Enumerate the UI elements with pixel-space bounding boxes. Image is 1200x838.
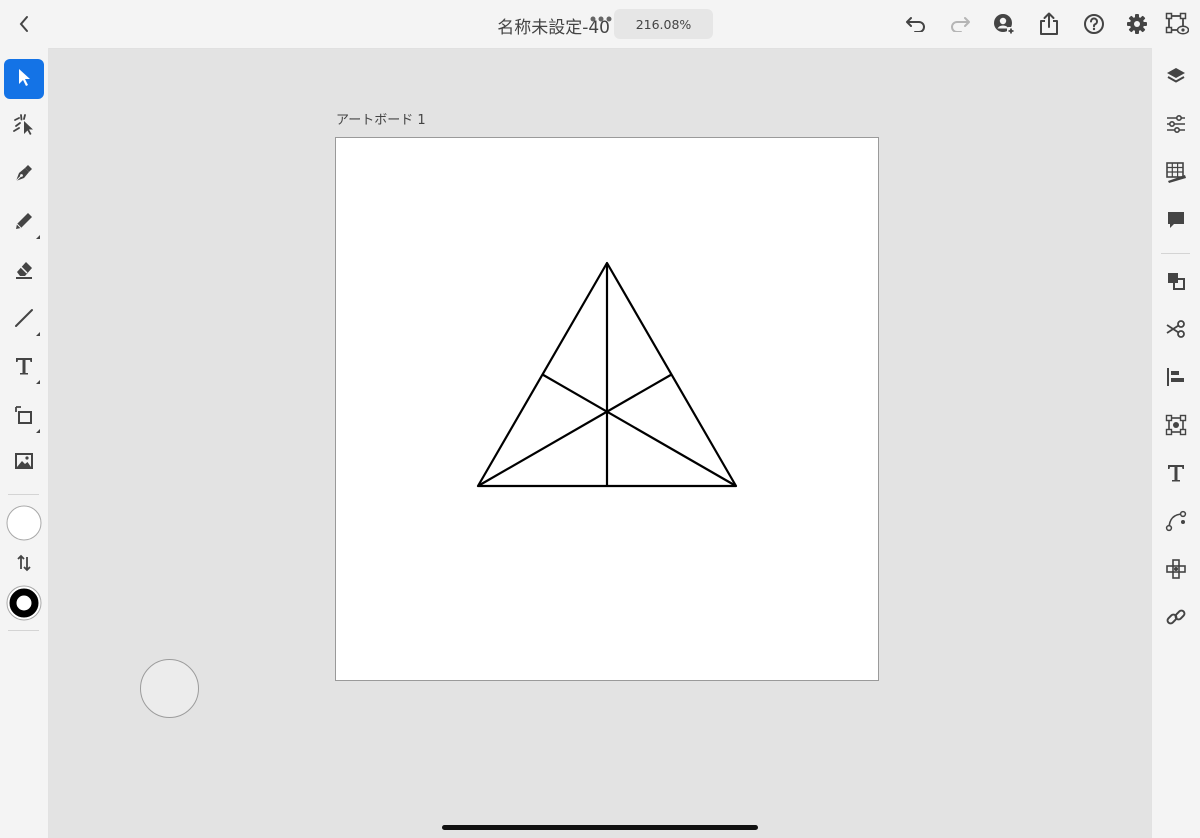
line-tool[interactable]: [4, 300, 44, 340]
path-button[interactable]: [1156, 503, 1196, 543]
layers-button[interactable]: [1156, 58, 1196, 98]
pencil-tool[interactable]: [4, 203, 44, 243]
arrange-button[interactable]: [1156, 263, 1196, 303]
undo-icon[interactable]: [903, 12, 929, 36]
swatches-icon: [1165, 161, 1187, 187]
eraser-tool[interactable]: [4, 251, 44, 291]
toolbar-separator: [8, 494, 39, 495]
arrow-pointer-icon: [15, 67, 33, 91]
artboard-label[interactable]: アートボード 1: [336, 109, 426, 128]
panel-separator: [1161, 253, 1190, 254]
swatches-button[interactable]: [1156, 154, 1196, 194]
repeat-icon: [1165, 558, 1187, 584]
swap-colors-icon[interactable]: [12, 552, 36, 574]
type-icon: [14, 356, 34, 380]
submenu-corner-icon: [36, 380, 40, 384]
zoom-level[interactable]: 216.08%: [614, 9, 713, 39]
properties-button[interactable]: [1156, 106, 1196, 146]
line-icon: [13, 307, 35, 333]
median-left: [477, 373, 673, 487]
share-export-icon[interactable]: [1036, 11, 1062, 37]
help-icon[interactable]: [1081, 11, 1107, 37]
pen-tool[interactable]: [4, 155, 44, 195]
type-panel-button[interactable]: [1156, 455, 1196, 495]
align-button[interactable]: [1156, 359, 1196, 399]
fill-color-swatch[interactable]: [5, 504, 43, 542]
sparkle-select-icon: [12, 112, 36, 140]
stroke-color-swatch[interactable]: [5, 584, 43, 622]
link-icon: [1165, 606, 1187, 632]
home-indicator: [442, 825, 758, 830]
submenu-corner-icon: [36, 332, 40, 336]
image-icon: [13, 451, 35, 475]
shape-tool[interactable]: [4, 397, 44, 437]
document-title[interactable]: 名称未設定-40: [470, 13, 610, 38]
eraser-icon: [13, 258, 35, 284]
transform-button[interactable]: [1156, 407, 1196, 447]
toolbar-separator: [8, 630, 39, 631]
repeat-button[interactable]: [1156, 551, 1196, 591]
layers-icon: [1165, 65, 1187, 91]
properties-icon: [1165, 113, 1187, 139]
place-image-tool[interactable]: [4, 443, 44, 483]
top-bar: 名称未設定-40 216.08%: [0, 0, 1200, 49]
arrange-icon: [1165, 270, 1187, 296]
link-button[interactable]: [1156, 599, 1196, 639]
direct-selection-tool[interactable]: [4, 106, 44, 146]
preview-artboard-icon[interactable]: [1164, 11, 1190, 37]
redo-icon[interactable]: [947, 12, 973, 36]
type-panel-icon: [1166, 463, 1186, 487]
back-chevron-icon[interactable]: [12, 12, 36, 36]
submenu-corner-icon: [36, 235, 40, 239]
settings-gear-icon[interactable]: [1124, 11, 1150, 37]
floating-touch-modifier[interactable]: [140, 659, 199, 718]
pencil-icon: [13, 210, 35, 236]
type-tool[interactable]: [4, 348, 44, 388]
invite-user-icon[interactable]: [991, 11, 1017, 37]
transform-icon: [1165, 414, 1187, 440]
path-icon: [1165, 510, 1187, 536]
median-right: [541, 373, 737, 487]
rectangle-icon: [13, 404, 35, 430]
comments-button[interactable]: [1156, 202, 1196, 242]
cut-button[interactable]: [1156, 311, 1196, 351]
artboard[interactable]: [335, 137, 879, 681]
submenu-corner-icon: [36, 429, 40, 433]
pen-nib-icon: [13, 162, 35, 188]
triangle-drawing[interactable]: [336, 138, 878, 680]
align-icon: [1165, 366, 1187, 392]
selection-tool[interactable]: [4, 59, 44, 99]
scissors-icon: [1165, 318, 1187, 344]
comments-icon: [1165, 209, 1187, 235]
